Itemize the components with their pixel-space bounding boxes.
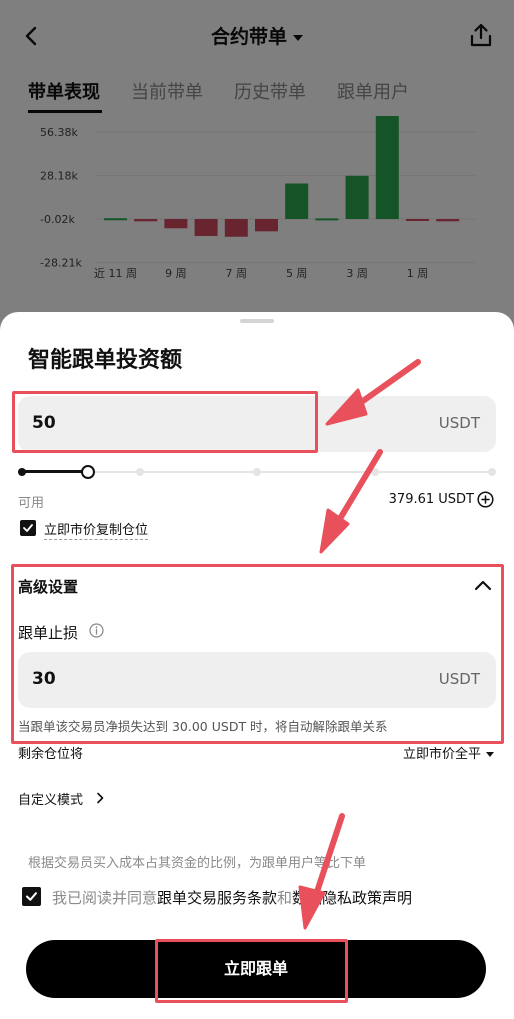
remaining-position-select[interactable]: 立即市价全平 <box>403 743 494 762</box>
agreement-checkbox[interactable] <box>22 887 41 906</box>
slider-stop[interactable] <box>488 468 496 476</box>
investment-amount-unit: USDT <box>438 414 480 432</box>
remaining-position-label: 剩余仓位将 <box>18 747 84 762</box>
available-value: 379.61 USDT <box>388 492 474 507</box>
copy-position-checkbox[interactable] <box>20 520 36 536</box>
privacy-policy-link[interactable]: 数据隐私政策声明 <box>292 889 412 907</box>
agreement-text: 我已阅读并同意跟单交易服务条款和数据隐私政策声明 <box>52 887 412 908</box>
highlight-submit-button <box>155 939 348 1003</box>
plus-circle-icon[interactable] <box>477 491 494 508</box>
slider-stop[interactable] <box>253 468 261 476</box>
highlight-amount-input <box>12 391 318 453</box>
caret-down-icon <box>486 752 494 757</box>
slider-stop[interactable] <box>135 468 144 476</box>
slider-fill <box>22 470 88 473</box>
sheet-title: 智能跟单投资额 <box>28 348 183 373</box>
check-icon <box>23 524 33 532</box>
slider-stop[interactable] <box>370 468 379 476</box>
sheet-drag-handle[interactable] <box>240 319 274 323</box>
slider-thumb[interactable] <box>80 465 95 479</box>
ratio-note: 根据交易员买入成本占其资金的比例，为跟单用户等比下单 <box>28 856 367 871</box>
highlight-advanced-settings <box>11 564 504 744</box>
slider-stop[interactable] <box>18 468 26 476</box>
terms-of-service-link[interactable]: 跟单交易服务条款 <box>157 889 277 907</box>
agreement-joiner: 和 <box>277 889 293 907</box>
agreement-prefix: 我已阅读并同意 <box>52 889 158 907</box>
check-icon <box>26 892 37 901</box>
amount-slider[interactable] <box>18 462 496 482</box>
copy-position-label: 立即市价复制仓位 <box>44 519 149 540</box>
custom-mode-link[interactable]: 自定义模式 <box>18 789 83 808</box>
remaining-position-option: 立即市价全平 <box>402 747 481 762</box>
chevron-right-icon[interactable] <box>96 792 104 804</box>
available-label: 可用 <box>18 496 45 511</box>
